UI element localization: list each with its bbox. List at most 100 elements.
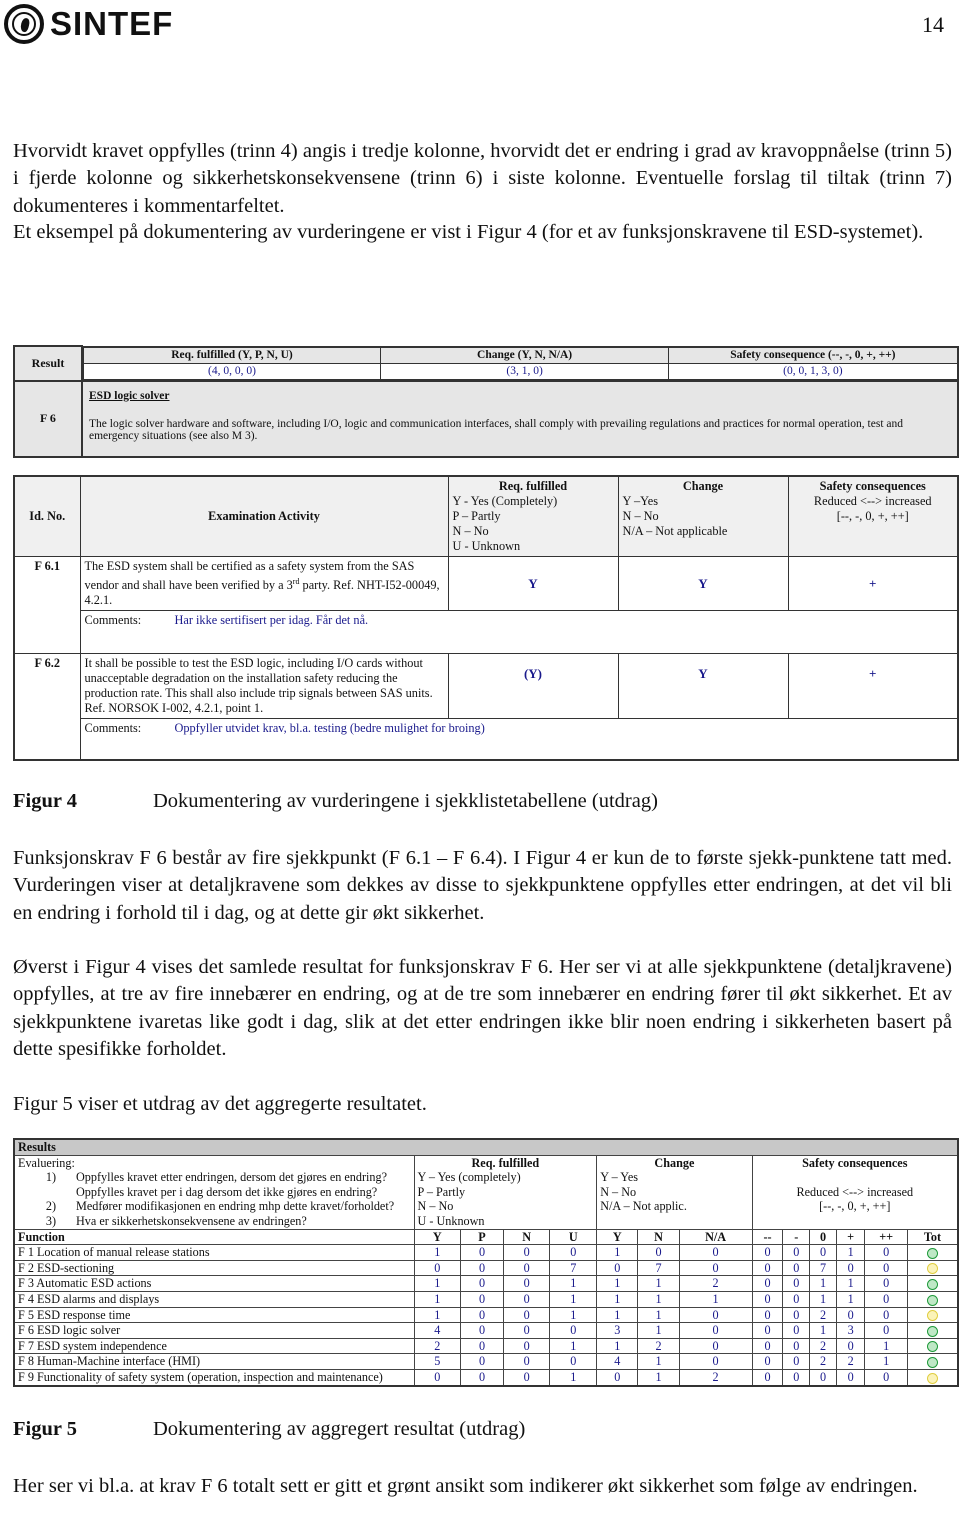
count-cell: 0	[502, 1275, 551, 1292]
count-cell: 2	[413, 1337, 462, 1355]
evaluation-text: Oppfylles kravet etter endringen, dersom…	[76, 1170, 388, 1185]
requirement-text: The logic solver hardware and software, …	[89, 417, 904, 442]
count-cell: 1	[413, 1275, 462, 1292]
count-cell: 0	[502, 1337, 551, 1355]
caption-label: Figur 4	[13, 790, 77, 812]
count-cell: 0	[678, 1353, 753, 1370]
function-name: F 5 ESD response time	[13, 1306, 415, 1324]
requirement-title: ESD logic solver	[89, 389, 170, 402]
function-name: F 2 ESD-sectioning	[13, 1259, 415, 1277]
legend-line: N/A – Not applicable	[622, 524, 728, 538]
count-cell: 0	[678, 1306, 753, 1324]
count-cell: 0	[864, 1275, 908, 1292]
column-header-row: Function Y P N U Y N N/A -- -0 + ++ Tot	[13, 1228, 959, 1246]
table-row: F 6 ESD logic solver 4 0 0 0 3 1 0 0 0 1 3 0	[13, 1322, 959, 1339]
legend-line: U - Unknown	[452, 539, 521, 553]
col-id: Id. No.	[13, 475, 81, 557]
column-header: Tot	[907, 1228, 959, 1246]
req-legend: Req. fulfilled Y – Yes (completely) P – …	[413, 1154, 598, 1230]
value-safety: (0, 0, 1, 3, 0)	[668, 362, 958, 380]
count-cell: 0	[782, 1259, 811, 1277]
function-name: F 9 Functionality of safety system (oper…	[13, 1368, 415, 1387]
count-cell: 2	[678, 1368, 753, 1387]
count-cell: 1	[596, 1337, 639, 1355]
table-row: F 1 Location of manual release stations 1…	[13, 1244, 959, 1261]
legend-line: N – No	[622, 509, 659, 523]
req-legend-title: Req. fulfilled	[471, 1155, 540, 1170]
count-cell: 1	[864, 1353, 908, 1370]
count-cell: 0	[502, 1322, 551, 1339]
row-comment: Comments: Har ikke sertifisert per idag. …	[79, 610, 959, 655]
count-cell: 1	[809, 1290, 837, 1308]
count-cell: 0	[678, 1259, 753, 1277]
count-cell: 0	[751, 1275, 784, 1292]
paragraph-6: Her ser vi bl.a. at krav F 6 totalt sett…	[13, 1475, 918, 1497]
count-cell: 0	[460, 1275, 504, 1292]
change-legend-title: Change	[654, 1155, 695, 1170]
caption-text: Dokumentering av vurderingene i sjekklis…	[153, 790, 658, 812]
table-row: F 2 ESD-sectioning 0 0 0 7 0 7 0 0 0 7 0 0	[13, 1259, 959, 1277]
page-number: 14	[922, 12, 944, 37]
count-cell: 0	[782, 1275, 811, 1292]
count-cell: 0	[751, 1322, 784, 1339]
legend-line: P – Partly	[417, 1184, 466, 1199]
total-cell	[907, 1337, 959, 1355]
comment-text: Oppfyller utvidet krav, bl.a. testing (b…	[174, 721, 485, 736]
count-cell: 0	[751, 1368, 784, 1387]
total-cell	[907, 1368, 959, 1387]
evaluation-text: Hva er sikkerhetskonsekvensene av endrin…	[76, 1213, 307, 1228]
column-header: --	[751, 1228, 784, 1246]
count-cell: 1	[549, 1306, 598, 1324]
column-header: N	[637, 1228, 680, 1246]
count-cell: 2	[809, 1353, 837, 1370]
evaluation-number	[18, 1185, 76, 1200]
count-cell: 0	[751, 1337, 784, 1355]
evaluation-item: 1) Oppfylles kravet etter endringen, ders…	[18, 1170, 411, 1185]
count-cell: 1	[596, 1275, 639, 1292]
count-cell: 0	[549, 1244, 598, 1261]
count-cell: 2	[809, 1306, 837, 1324]
count-cell: 1	[835, 1290, 866, 1308]
count-cell: 0	[782, 1353, 811, 1370]
column-header: N	[502, 1228, 551, 1246]
count-cell: 0	[678, 1244, 753, 1261]
row-change: Y	[617, 555, 789, 612]
total-cell	[907, 1275, 959, 1292]
comment-row: Comments: Oppfyller utvidet krav, bl.a. t…	[14, 718, 959, 761]
figure4-checklist-table: Id. No. Examination Activity Req. fulfil…	[13, 475, 959, 762]
smiley-happy-icon	[927, 1357, 938, 1369]
evaluation-number: 1)	[45, 1170, 56, 1185]
count-cell: 0	[502, 1290, 551, 1308]
change-legend: Change Y – Yes N – No N/A – Not applic.	[596, 1154, 753, 1230]
legend-line: Y – Yes (completely)	[417, 1170, 521, 1185]
count-cell: 1	[678, 1290, 753, 1308]
count-cell: 1	[549, 1368, 598, 1387]
row-activity: It shall be possible to test the ESD log…	[79, 653, 449, 720]
count-cell: 3	[835, 1322, 866, 1339]
column-header: +	[835, 1228, 866, 1246]
count-cell: 0	[751, 1259, 784, 1277]
count-cell: 0	[782, 1244, 811, 1261]
evaluation-label: Evaluering:	[18, 1155, 75, 1170]
column-header: Function	[13, 1228, 415, 1246]
smiley-happy-icon	[927, 1325, 938, 1337]
total-cell	[907, 1306, 959, 1324]
count-cell: 0	[864, 1259, 908, 1277]
count-cell: 7	[549, 1259, 598, 1277]
row-req: (Y)	[447, 653, 619, 720]
sintef-logo: SINTEF	[4, 4, 173, 44]
table-row: F 6.2 It shall be possible to test the E…	[13, 653, 959, 761]
count-cell: 1	[637, 1368, 680, 1387]
count-cell: 5	[413, 1353, 462, 1370]
count-cell: 1	[413, 1244, 462, 1261]
count-cell: 0	[782, 1290, 811, 1308]
header-change: Change (Y, N, N/A)	[379, 346, 670, 364]
count-cell: 1	[835, 1275, 866, 1292]
legend-line: Reduced <--> increased	[796, 1184, 914, 1199]
count-cell: 1	[549, 1275, 598, 1292]
evaluation-number: 2)	[45, 1199, 56, 1214]
table-row: F 6.1 The ESD system shall be certified …	[13, 555, 959, 655]
requirement-description: ESD logic solver The logic solver hardwa…	[81, 379, 959, 458]
count-cell: 0	[596, 1368, 639, 1387]
count-cell: 0	[751, 1306, 784, 1324]
